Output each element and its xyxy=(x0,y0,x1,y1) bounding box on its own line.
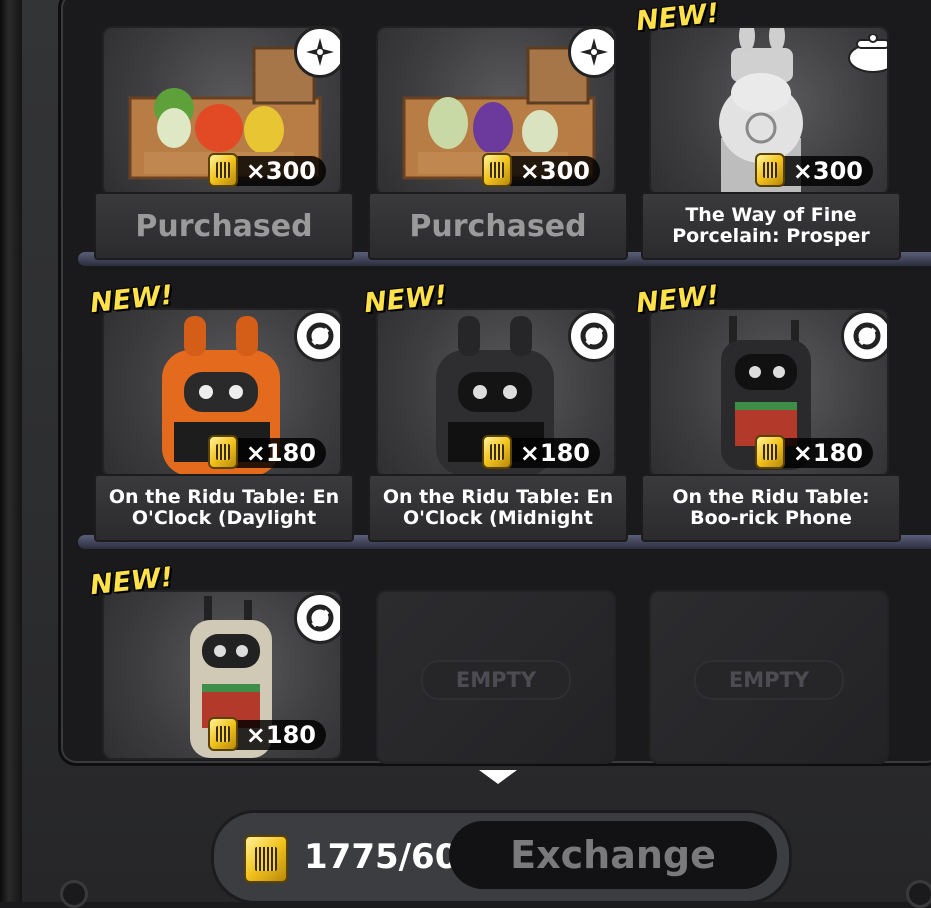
item-label: On the Ridu Table: En O'Clock (Daylight xyxy=(94,474,354,542)
item-card-veggie-crate-2[interactable]: ×300 Purchased xyxy=(368,26,628,260)
scroll-down-arrow-icon[interactable] xyxy=(479,770,517,784)
item-label: Purchased xyxy=(368,192,628,260)
empty-slot-tile: EMPTY xyxy=(649,590,889,764)
item-image-tile: ×180 xyxy=(649,308,889,478)
item-card-en-oclock-midnight[interactable]: ×180 On the Ridu Table: En O'Clock (Midn… xyxy=(368,308,628,542)
price-tag: ×180 xyxy=(754,435,873,469)
coin-icon xyxy=(754,435,785,469)
item-label: The Way of Fine Porcelain: Prosper xyxy=(641,192,901,260)
left-edge-strip xyxy=(0,0,22,902)
item-image-tile: ×300 xyxy=(649,26,889,196)
coin-balance: 1775/60 xyxy=(304,837,459,877)
link-icon xyxy=(294,310,340,362)
price-value: ×180 xyxy=(245,721,316,749)
coin-icon xyxy=(244,835,288,883)
item-image-tile: ×300 xyxy=(102,26,342,196)
coin-icon xyxy=(754,153,785,187)
empty-label: EMPTY xyxy=(694,660,844,701)
item-label: On the Ridu Table: En O'Clock (Midnight xyxy=(368,474,628,542)
link-icon xyxy=(294,592,340,644)
frame-rivet xyxy=(60,880,88,908)
item-image-tile: ×180 xyxy=(102,590,342,760)
item-card-porcelain-prosper[interactable]: ×300 The Way of Fine Porcelain: Prosper xyxy=(641,26,901,260)
price-value: ×300 xyxy=(245,157,316,185)
coin-icon xyxy=(207,717,238,751)
price-value: ×180 xyxy=(792,439,863,467)
coin-icon xyxy=(481,153,512,187)
empty-slot: EMPTY xyxy=(641,590,889,820)
price-tag: ×300 xyxy=(481,153,600,187)
coin-icon xyxy=(207,435,238,469)
price-tag: ×180 xyxy=(207,717,326,751)
frame-rivet xyxy=(906,880,931,908)
exchange-button[interactable]: Exchange xyxy=(449,821,777,889)
item-card-boo-rick-phone[interactable]: ×180 On the Ridu Table: Boo-rick Phone xyxy=(641,308,901,542)
price-tag: ×180 xyxy=(207,435,326,469)
item-card-white-phone-robot[interactable]: ×180 xyxy=(94,590,342,820)
coin-icon xyxy=(207,153,238,187)
empty-slot: EMPTY xyxy=(368,590,616,820)
price-tag: ×300 xyxy=(207,153,326,187)
price-tag: ×180 xyxy=(481,435,600,469)
item-image-tile: ×180 xyxy=(376,308,616,478)
price-value: ×300 xyxy=(519,157,590,185)
item-card-veggie-crate-1[interactable]: ×300 Purchased xyxy=(94,26,354,260)
pot-icon xyxy=(847,28,887,80)
shuriken-icon xyxy=(294,28,340,78)
shuriken-icon xyxy=(568,28,614,78)
price-tag: ×300 xyxy=(754,153,873,187)
empty-label: EMPTY xyxy=(421,660,571,701)
price-value: ×180 xyxy=(519,439,590,467)
coin-icon xyxy=(481,435,512,469)
item-label: Purchased xyxy=(94,192,354,260)
link-icon xyxy=(841,310,887,362)
item-image-tile: ×180 xyxy=(102,308,342,478)
price-value: ×300 xyxy=(792,157,863,185)
item-card-en-oclock-daylight[interactable]: ×180 On the Ridu Table: En O'Clock (Dayl… xyxy=(94,308,354,542)
price-value: ×180 xyxy=(245,439,316,467)
item-image-tile: ×300 xyxy=(376,26,616,196)
exchange-footer: 1775/60 Exchange xyxy=(211,810,792,904)
item-label: On the Ridu Table: Boo-rick Phone xyxy=(641,474,901,542)
empty-slot-tile: EMPTY xyxy=(376,590,616,764)
link-icon xyxy=(568,310,614,362)
